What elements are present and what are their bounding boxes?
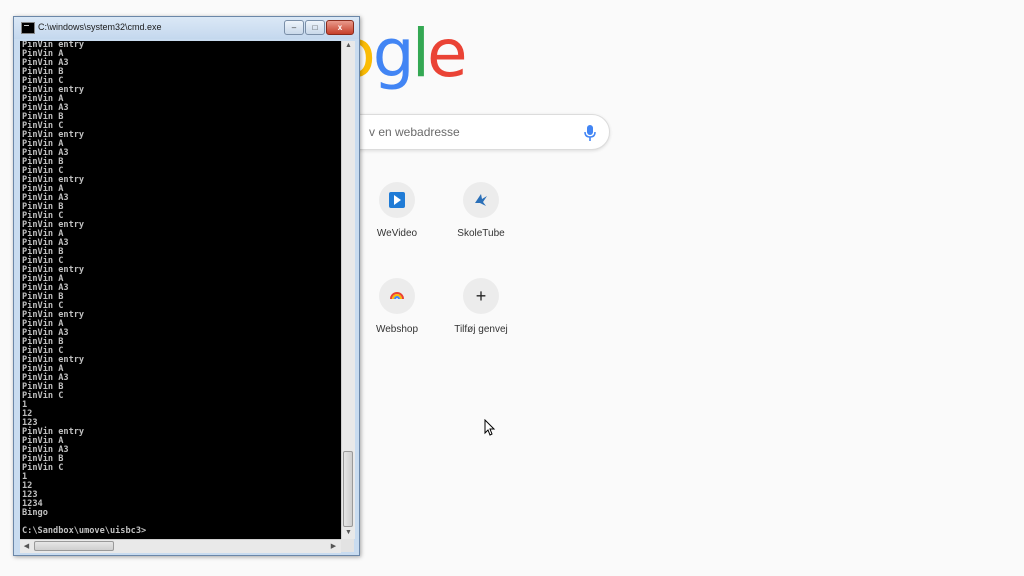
maximize-button[interactable]: □ bbox=[305, 20, 325, 35]
horizontal-scroll-thumb[interactable] bbox=[34, 541, 114, 551]
skoletube-icon bbox=[463, 182, 499, 218]
scroll-right-arrow-icon[interactable]: ▶ bbox=[327, 542, 340, 550]
shortcut-webshop[interactable]: Webshop bbox=[352, 278, 442, 358]
vertical-scrollbar[interactable]: ▲ ▼ bbox=[341, 41, 355, 539]
logo-letter: g bbox=[372, 15, 415, 92]
window-title: C:\windows\system32\cmd.exe bbox=[38, 22, 162, 32]
microphone-icon[interactable] bbox=[583, 124, 597, 142]
scroll-left-arrow-icon[interactable]: ◀ bbox=[20, 542, 33, 550]
shortcut-label: WeVideo bbox=[376, 228, 418, 239]
logo-letter: l bbox=[411, 15, 430, 92]
cmd-window[interactable]: C:\windows\system32\cmd.exe – □ x PinVin… bbox=[13, 16, 360, 556]
shortcut-wevideo[interactable]: WeVideo bbox=[352, 182, 442, 262]
scroll-down-arrow-icon[interactable]: ▼ bbox=[342, 529, 355, 536]
scroll-up-arrow-icon[interactable]: ▲ bbox=[342, 42, 355, 49]
shortcut-add[interactable]: + Tilføj genvej bbox=[436, 278, 526, 358]
cmd-icon bbox=[21, 22, 35, 34]
vertical-scroll-thumb[interactable] bbox=[343, 451, 353, 527]
shortcut-label: Webshop bbox=[375, 324, 419, 335]
plus-icon: + bbox=[463, 278, 499, 314]
close-button[interactable]: x bbox=[326, 20, 354, 35]
resize-grip[interactable] bbox=[341, 539, 354, 552]
logo-letter: e bbox=[427, 15, 468, 92]
webshop-icon bbox=[379, 278, 415, 314]
console-text: PinVin entry PinVin A PinVin A3 PinVin B… bbox=[22, 41, 147, 536]
search-placeholder: v en webadresse bbox=[369, 125, 460, 139]
minimize-button[interactable]: – bbox=[284, 20, 304, 35]
wevideo-icon bbox=[379, 182, 415, 218]
mouse-cursor-icon bbox=[484, 419, 496, 436]
horizontal-scrollbar[interactable]: ◀ ▶ bbox=[20, 539, 341, 553]
shortcut-skoletube[interactable]: SkoleTube bbox=[436, 182, 526, 262]
shortcut-label: SkoleTube bbox=[457, 228, 505, 239]
console-output[interactable]: PinVin entry PinVin A PinVin A3 PinVin B… bbox=[20, 41, 341, 539]
shortcut-label: Tilføj genvej bbox=[454, 324, 508, 335]
title-bar[interactable]: C:\windows\system32\cmd.exe – □ x bbox=[14, 17, 359, 39]
